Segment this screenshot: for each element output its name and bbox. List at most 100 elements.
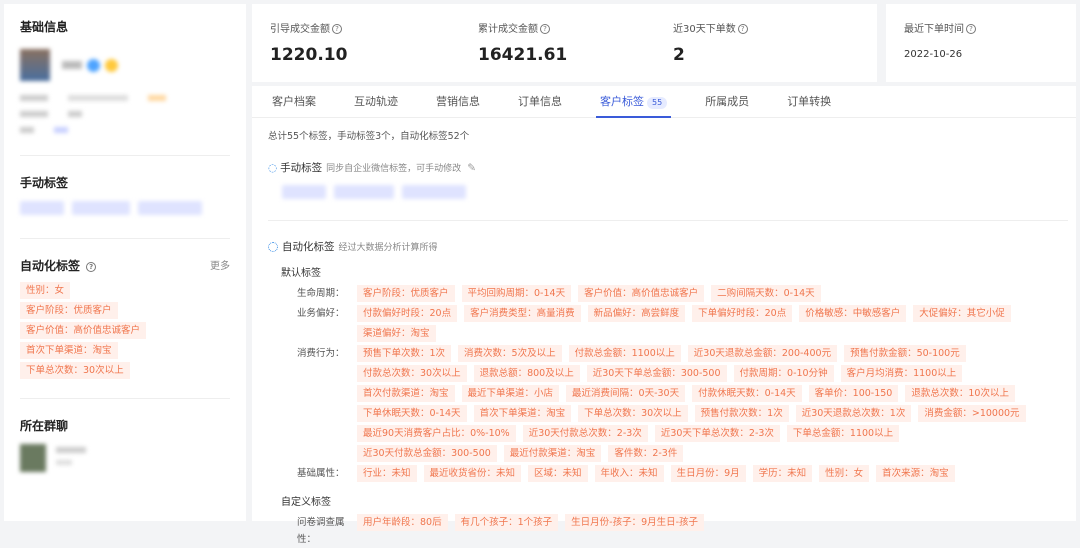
default-tags-title: 默认标签 — [281, 268, 321, 279]
auto-tag: 有几个孩子：1个孩子 — [454, 514, 559, 531]
auto-tag: 下单总金额：1100以上 — [786, 425, 900, 442]
auto-tag: 年收入：未知 — [594, 465, 664, 482]
auto-tag: 下单偏好时段：20点 — [692, 305, 793, 322]
help-icon[interactable]: ? — [966, 24, 976, 34]
auto-section-title: 自动化标签 — [282, 241, 335, 253]
auto-tag: 近30天付款总金额：300-500 — [357, 445, 497, 462]
tab-4[interactable]: 客户标签 55 — [595, 86, 672, 118]
auto-tag: 近30天退款总次数：1次 — [795, 405, 912, 422]
stat-last-order-card: 最近下单时间? 2022-10-26 — [886, 4, 1076, 82]
stats-card: 引导成交金额? 1220.10 累计成交金额? 16421.61 近30天下单数? 2 — [252, 4, 877, 82]
auto-tag: 最近90天消费客户占比：0%-10% — [357, 425, 516, 442]
auto-tag: 近30天下单总次数：2-3次 — [654, 425, 780, 442]
tab-label: 客户档案 — [272, 95, 316, 108]
group-chat-item[interactable] — [20, 444, 230, 472]
tag-row-label: 问卷调查属性： — [297, 517, 345, 545]
auto-tag: 付款周期：0-10分钟 — [733, 365, 834, 382]
tag-row: 基础属性： 行业：未知 最近收货省份：未知 区域：未知 年收入：未知 生日月份：9月 学历：… — [268, 465, 1060, 485]
tab-label: 营销信息 — [436, 95, 480, 108]
auto-section-desc: 经过大数据分析计算所得 — [338, 243, 438, 253]
auto-tag: 客户消费类型：高量消费 — [464, 305, 581, 322]
auto-tag: 付款总次数：30次以上 — [357, 365, 467, 382]
tab-1[interactable]: 互动轨迹 — [354, 86, 398, 117]
stat-30day-orders: 近30天下单数? 2 — [673, 20, 748, 65]
auto-tag: 二购间隔天数：0-14天 — [711, 285, 821, 302]
auto-tags-title: 自动化标签 — [20, 259, 81, 273]
auto-tag: 首次付款渠道：淘宝 — [357, 385, 455, 402]
auto-tag: 新品偏好：高尝鲜度 — [587, 305, 686, 322]
auto-tag: 平均回购周期：0-14天 — [461, 285, 572, 302]
custom-tags-title: 自定义标签 — [281, 497, 331, 508]
edit-icon[interactable]: ✎ — [467, 162, 476, 174]
tab-0[interactable]: 客户档案 — [272, 86, 316, 117]
tab-2[interactable]: 营销信息 — [436, 86, 480, 117]
auto-tag: 退款总次数：10次以上 — [905, 385, 1015, 402]
stat-guided-amount: 引导成交金额? 1220.10 — [270, 24, 348, 65]
auto-tag: 消费金额：>10000元 — [918, 405, 1026, 422]
auto-tag: 近30天下单总金额：300-500 — [586, 365, 727, 382]
manual-section-title: 手动标签 — [280, 162, 323, 174]
auto-tag: 客户价值：高价值忠诚客户 — [578, 285, 705, 302]
auto-tag: 预售下单次数：1次 — [357, 345, 452, 362]
tag-row-label: 消费行为： — [297, 348, 345, 359]
tag-row: 生命周期： 客户阶段：优质客户 平均回购周期：0-14天 客户价值：高价值忠诚客户 二购… — [268, 285, 1060, 305]
auto-tag: 客户阶段：优质客户 — [357, 285, 455, 302]
help-icon[interactable]: ? — [540, 24, 550, 34]
tag-row: 消费行为： 预售下单次数：1次 消费次数：5次及以上 付款总金额：1100以上 近30天… — [268, 345, 1060, 465]
auto-tag: 消费次数：5次及以上 — [458, 345, 562, 362]
tag-list: 行业：未知 最近收货省份：未知 区域：未知 年收入：未知 生日月份：9月 学历：未知 性别：… — [357, 465, 1060, 485]
tab-6[interactable]: 订单转换 — [787, 86, 831, 117]
help-icon[interactable]: ? — [332, 24, 342, 34]
tag-list: 预售下单次数：1次 消费次数：5次及以上 付款总金额：1100以上 近30天退款总金额… — [357, 345, 1060, 465]
auto-tag: 学历：未知 — [752, 465, 813, 482]
tags-summary: 总计55个标签，手动标签3个，自动化标签52个 — [268, 131, 470, 142]
tag-row-label: 基础属性： — [297, 468, 345, 479]
help-icon[interactable]: ? — [737, 24, 748, 34]
auto-tag: 客件数：2-3件 — [608, 445, 684, 462]
manual-section-desc: 同步自企业微信标签，可手动修改 — [326, 164, 462, 174]
auto-tag: 付款休眠天数：0-14天 — [692, 385, 802, 402]
tab-label: 订单转换 — [787, 95, 832, 108]
customer-info-panel: 基础信息 手动标签 自动化标签 ? 更多 性别：女 客户阶段：优质客户客户价值：高… — [4, 4, 246, 521]
chat-icon: ◌ — [268, 161, 278, 174]
auto-tag: 性别：女 — [819, 465, 870, 482]
level-icon — [105, 58, 118, 72]
auto-tag: 近30天退款总金额：200-400元 — [687, 345, 838, 362]
tag-list: 用户年龄段：80后 有几个孩子：1个孩子 生日月份-孩子：9月生日-孩子 — [357, 514, 1060, 548]
auto-tag: 预售付款金额：50-100元 — [844, 345, 966, 362]
auto-tag: 生日月份-孩子：9月生日-孩子 — [565, 514, 705, 531]
auto-tag: 最近消费间隔：0天-30天 — [566, 385, 686, 402]
auto-tags-list: 性别：女 客户阶段：优质客户客户价值：高价值忠诚客户首次下单渠道：淘宝下单总次数：… — [20, 282, 235, 382]
wechat-icon — [87, 58, 100, 72]
tag-list: 客户阶段：优质客户 平均回购周期：0-14天 客户价值：高价值忠诚客户 二购间隔天数：… — [357, 285, 1060, 305]
help-icon[interactable]: ? — [86, 261, 97, 272]
tab-5[interactable]: 所属成员 — [705, 86, 749, 117]
tab-3[interactable]: 订单信息 — [518, 86, 562, 117]
auto-tag: 区域：未知 — [528, 465, 588, 482]
manual-tags — [282, 185, 1060, 202]
auto-tag: 首次下单渠道：淘宝 — [20, 342, 118, 359]
auto-tag: 价格敏感：中敏感客户 — [799, 305, 907, 322]
tag-row: 业务偏好： 付款偏好时段：20点 客户消费类型：高量消费 新品偏好：高尝鲜度 下单偏好时… — [268, 305, 1060, 345]
more-link[interactable]: 更多 — [210, 257, 230, 274]
tags-panel: 客户档案 互动轨迹 营销信息 订单信息 客户标签 55 所属成员 订单转换 总计55个标签，手… — [252, 86, 1076, 545]
tab-bar: 客户档案 互动轨迹 营销信息 订单信息 客户标签 55 所属成员 订单转换 — [252, 86, 1076, 118]
auto-tag: 大促偏好：其它小促 — [913, 305, 1011, 322]
customer-profile — [20, 49, 230, 81]
auto-tag: 付款偏好时段：20点 — [357, 305, 458, 322]
auto-tag: 用户年龄段：80后 — [357, 514, 448, 531]
auto-tag: 性别：女 — [20, 282, 71, 299]
auto-tag: 生日月份：9月 — [670, 465, 746, 482]
auto-tag: 首次下单渠道：淘宝 — [473, 405, 572, 422]
auto-tag: 预售付款次数：1次 — [694, 405, 789, 422]
tag-row-label: 业务偏好： — [297, 308, 345, 319]
manual-tags-list — [20, 201, 230, 218]
auto-tag: 客单价：100-150 — [808, 385, 899, 402]
auto-tag: 客户月均消费：1100以上 — [840, 365, 963, 382]
manual-tags-title: 手动标签 — [20, 176, 69, 190]
tab-label: 互动轨迹 — [354, 95, 398, 108]
customer-details — [20, 95, 230, 133]
auto-tag: 最近收货省份：未知 — [423, 465, 522, 482]
stat-total-amount: 累计成交金额? 16421.61 — [478, 24, 568, 65]
avatar — [20, 49, 50, 81]
